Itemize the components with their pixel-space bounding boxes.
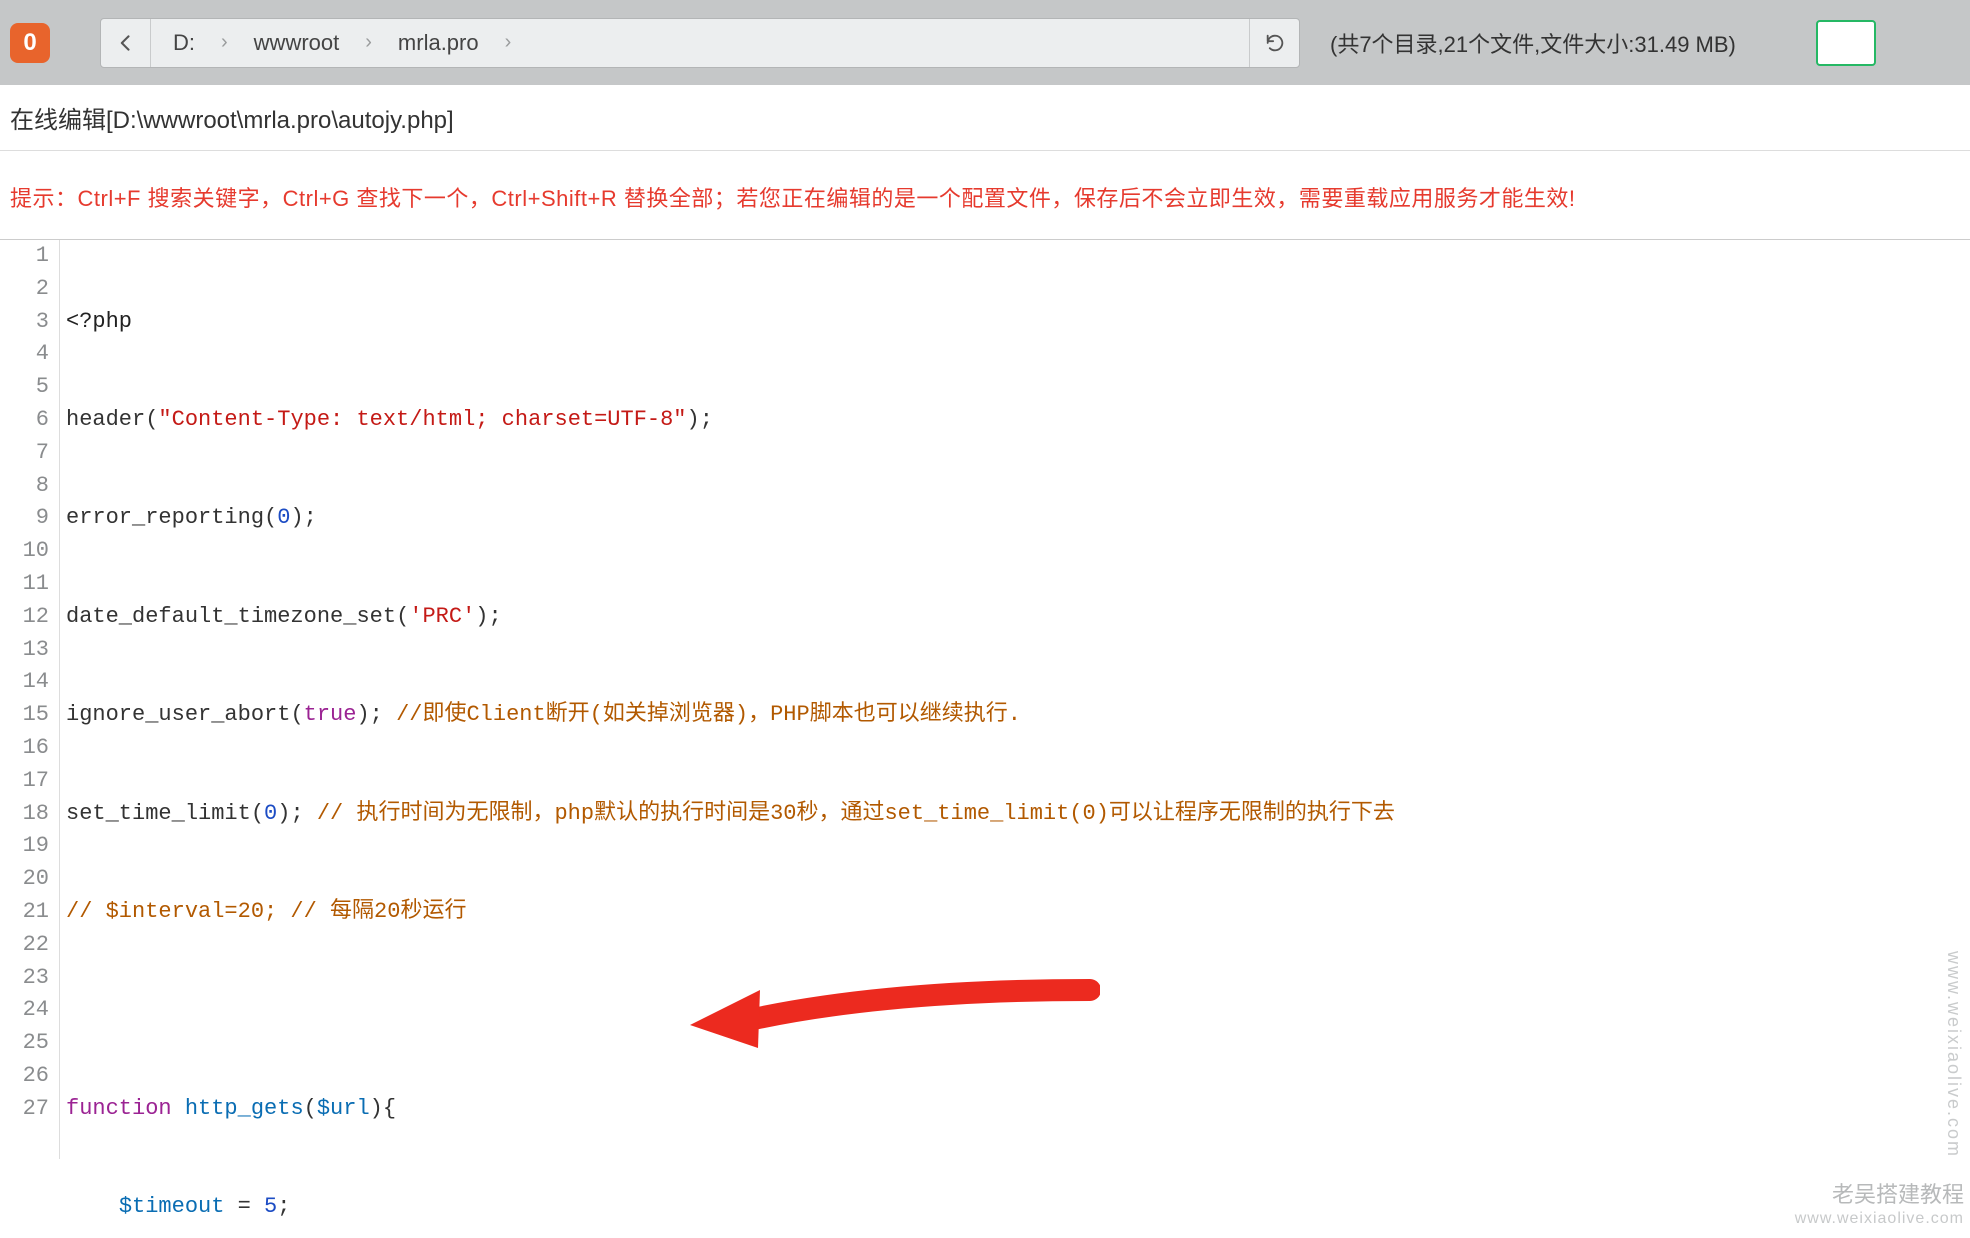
code-line: set_time_limit(0); // 执行时间为无限制，php默认的执行时… [66, 798, 1970, 831]
line-number: 16 [0, 732, 49, 765]
line-number: 21 [0, 896, 49, 929]
line-number: 24 [0, 994, 49, 1027]
line-number: 13 [0, 634, 49, 667]
breadcrumb-label: wwwroot [254, 30, 340, 56]
tip-text: 提示：Ctrl+F 搜索关键字，Ctrl+G 查找下一个，Ctrl+Shift+… [10, 186, 1575, 211]
breadcrumb-bar: D: › wwwroot › mrla.pro › [100, 18, 1300, 68]
code-line: function http_gets($url){ [66, 1093, 1970, 1126]
line-number-gutter: 1234567891011121314151617181920212223242… [0, 240, 60, 1159]
line-number: 20 [0, 863, 49, 896]
line-number: 3 [0, 306, 49, 339]
breadcrumb-label: D: [173, 30, 195, 56]
line-number: 7 [0, 437, 49, 470]
breadcrumb-item[interactable]: mrla.pro [376, 19, 501, 67]
line-number: 8 [0, 470, 49, 503]
line-number: 12 [0, 601, 49, 634]
line-number: 25 [0, 1027, 49, 1060]
watermark-text: 老吴搭建教程 www.weixiaolive.com [1795, 1182, 1964, 1228]
line-number: 4 [0, 338, 49, 371]
chevron-right-icon: › [501, 31, 516, 54]
line-number: 14 [0, 666, 49, 699]
code-line [66, 994, 1970, 1027]
code-line: $timeout = 5; [66, 1191, 1970, 1224]
watermark-vertical: www.weixiaolive.com [1943, 951, 1964, 1158]
code-line: // $interval=20; // 每隔20秒运行 [66, 896, 1970, 929]
code-editor[interactable]: 1234567891011121314151617181920212223242… [0, 239, 1970, 1159]
line-number: 27 [0, 1093, 49, 1126]
code-line: ignore_user_abort(true); //即使Client断开(如关… [66, 699, 1970, 732]
line-number: 6 [0, 404, 49, 437]
notification-badge[interactable]: 0 [10, 23, 50, 63]
modal-title-bar: 在线编辑[D:\wwwroot\mrla.pro\autojy.php] [0, 85, 1970, 151]
back-icon[interactable] [101, 19, 151, 67]
code-line: date_default_timezone_set('PRC'); [66, 601, 1970, 634]
code-line: header("Content-Type: text/html; charset… [66, 404, 1970, 437]
action-button[interactable] [1816, 20, 1876, 66]
watermark-line1: 老吴搭建教程 [1832, 1182, 1964, 1207]
line-number: 22 [0, 929, 49, 962]
line-number: 1 [0, 240, 49, 273]
refresh-icon[interactable] [1249, 19, 1299, 67]
line-number: 9 [0, 502, 49, 535]
line-number: 19 [0, 830, 49, 863]
tip-row: 提示：Ctrl+F 搜索关键字，Ctrl+G 查找下一个，Ctrl+Shift+… [0, 151, 1970, 239]
code-line: error_reporting(0); [66, 502, 1970, 535]
line-number: 26 [0, 1060, 49, 1093]
code-content[interactable]: <?php header("Content-Type: text/html; c… [60, 240, 1970, 1159]
code-line: <?php [66, 306, 1970, 339]
chevron-right-icon: › [217, 31, 232, 54]
line-number: 15 [0, 699, 49, 732]
line-number: 23 [0, 962, 49, 995]
line-number: 18 [0, 798, 49, 831]
file-stats-text: (共7个目录,21个文件,文件大小:31.49 MB) [1330, 27, 1736, 59]
line-number: 17 [0, 765, 49, 798]
breadcrumb-label: mrla.pro [398, 30, 479, 56]
breadcrumb-item[interactable]: D: [151, 19, 217, 67]
line-number: 11 [0, 568, 49, 601]
modal-title: 在线编辑[D:\wwwroot\mrla.pro\autojy.php] [10, 100, 454, 135]
line-number: 10 [0, 535, 49, 568]
breadcrumb-item[interactable]: wwwroot [232, 19, 362, 67]
watermark-line2: www.weixiaolive.com [1795, 1209, 1964, 1228]
chevron-right-icon: › [361, 31, 376, 54]
line-number: 2 [0, 273, 49, 306]
file-manager-topbar: 0 D: › wwwroot › mrla.pro › (共7个目录,21个文件… [0, 0, 1970, 85]
line-number: 5 [0, 371, 49, 404]
